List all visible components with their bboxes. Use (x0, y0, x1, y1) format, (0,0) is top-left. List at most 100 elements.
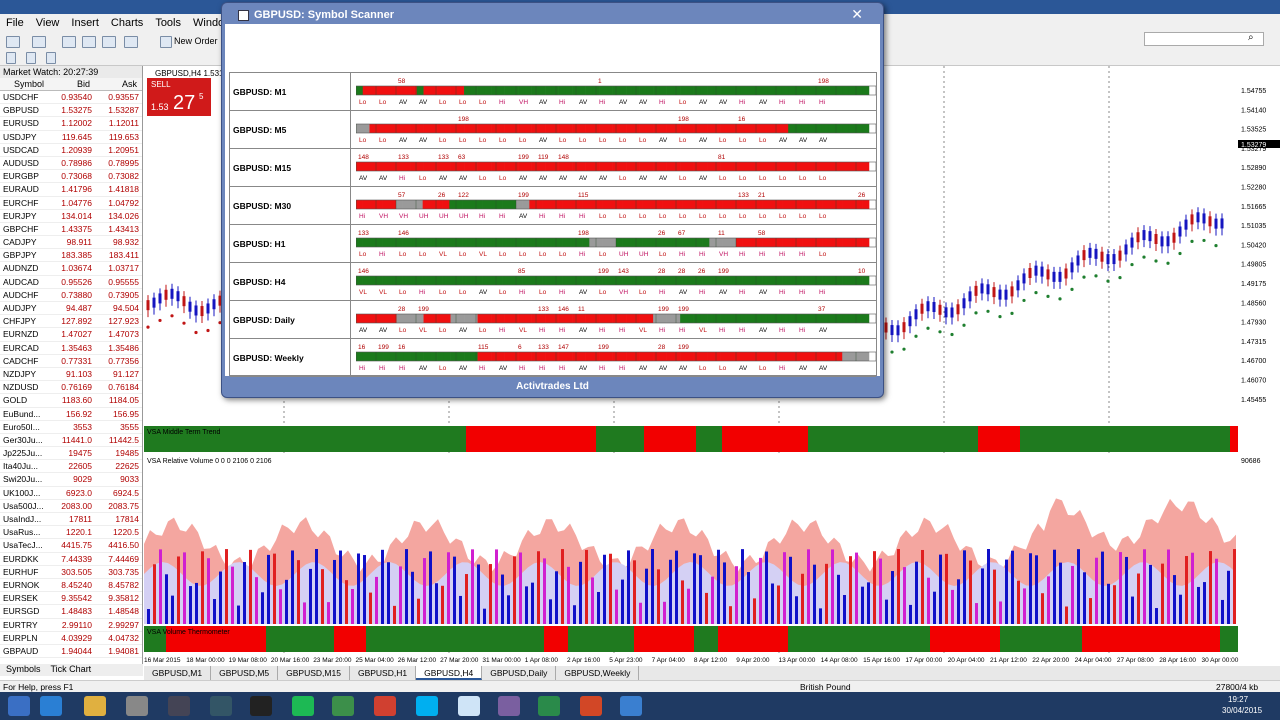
market-watch-row[interactable]: EURTRY 2.99110 2.99297 (0, 619, 142, 632)
app-icon-3[interactable] (210, 696, 232, 716)
market-watch-row[interactable]: EURJPY 134.014 134.026 (0, 210, 142, 223)
col-bid[interactable]: Bid (58, 78, 94, 90)
menu-item[interactable]: Tools (149, 17, 187, 29)
market-watch-row[interactable]: EURSGD 1.48483 1.48548 (0, 605, 142, 619)
market-watch-row[interactable]: Swi20Ju... 9029 9033 (0, 473, 142, 487)
amazon-icon[interactable] (250, 696, 272, 716)
symbol-cell: GBPAUD (3, 645, 39, 656)
app-icon-4[interactable] (498, 696, 520, 716)
drive-icon[interactable] (332, 696, 354, 716)
market-watch-row[interactable]: Jp225Ju... 19475 19485 (0, 447, 142, 461)
menu-item[interactable]: Insert (65, 17, 105, 29)
chart-tab[interactable]: GBPUSD,M15 (278, 666, 350, 680)
market-watch-row[interactable]: USDJPY 119.645 119.653 (0, 131, 142, 144)
market-watch-row[interactable]: EURCHF 1.04776 1.04792 (0, 197, 142, 210)
skype-icon[interactable] (416, 696, 438, 716)
scanner-cell (477, 314, 485, 323)
scanner-code: Hi (539, 327, 545, 334)
chart-tab[interactable]: GBPUSD,Daily (482, 666, 557, 680)
line-tool-icon[interactable] (46, 52, 56, 64)
market-watch-row[interactable]: USDCHF 0.93540 0.93557 (0, 91, 142, 105)
start-button[interactable] (8, 696, 30, 716)
cursor-icon[interactable] (6, 52, 16, 64)
chart-tab[interactable]: GBPUSD,Weekly (556, 666, 640, 680)
spotify-icon[interactable] (292, 696, 314, 716)
chart-tab[interactable]: GBPUSD,M1 (144, 666, 212, 680)
powerpoint-icon[interactable] (580, 696, 602, 716)
market-watch-row[interactable]: NZDUSD 0.76169 0.76184 (0, 381, 142, 395)
market-watch-row[interactable]: EuBund... 156.92 156.95 (0, 408, 142, 421)
sell-button[interactable]: SELL 1.53 27 5 (147, 78, 211, 116)
new-order-icon[interactable] (160, 36, 172, 48)
search-input[interactable] (1144, 32, 1264, 46)
navigator-icon[interactable] (82, 36, 96, 48)
scanner-title-bar[interactable]: GBPUSD: Symbol Scanner (238, 7, 858, 23)
market-watch-row[interactable]: EURGBP 0.73068 0.73082 (0, 170, 142, 184)
app-icon-5[interactable] (620, 696, 642, 716)
ie-icon[interactable] (40, 696, 62, 716)
tab-symbols[interactable]: Symbols (6, 664, 41, 676)
ask-cell: 0.95555 (108, 276, 139, 287)
new-order-button[interactable]: New Order (174, 36, 218, 46)
market-watch-icon[interactable] (62, 36, 76, 48)
market-watch-row[interactable]: CADJPY 98.911 98.932 (0, 236, 142, 250)
market-watch-row[interactable]: USDCAD 1.20939 1.20951 (0, 144, 142, 157)
market-watch-row[interactable]: UsaTecJ... 4415.75 4416.50 (0, 539, 142, 553)
market-watch-row[interactable]: EURNZD 1.47027 1.47073 (0, 328, 142, 342)
menu-item[interactable]: View (30, 17, 66, 29)
market-watch-row[interactable]: AUDNZD 1.03674 1.03717 (0, 262, 142, 276)
market-watch-row[interactable]: UK100J... 6923.0 6924.5 (0, 487, 142, 500)
market-watch-row[interactable]: Usa500J... 2083.00 2083.75 (0, 500, 142, 513)
market-watch-row[interactable]: Euro50I... 3553 3555 (0, 421, 142, 434)
market-watch-row[interactable]: EURAUD 1.41796 1.41818 (0, 183, 142, 197)
chrome-icon[interactable] (374, 696, 396, 716)
market-watch-row[interactable]: GBPAUD 1.94044 1.94081 (0, 645, 142, 659)
search-icon[interactable]: ⌕ (1248, 32, 1254, 43)
market-watch-row[interactable]: EURUSD 1.12002 1.12011 (0, 117, 142, 131)
market-watch-row[interactable]: AUDUSD 0.78986 0.78995 (0, 157, 142, 171)
market-watch-row[interactable]: Ita40Ju... 22605 22625 (0, 460, 142, 474)
market-watch-row[interactable]: NZDJPY 91.103 91.127 (0, 368, 142, 382)
chart-tab[interactable]: GBPUSD,H4 (416, 666, 483, 680)
scanner-code: Lo (459, 251, 467, 258)
market-watch-row[interactable]: GBPJPY 183.385 183.411 (0, 249, 142, 263)
market-watch-row[interactable]: AUDCAD 0.95526 0.95555 (0, 276, 142, 289)
app-icon-2[interactable] (168, 696, 190, 716)
market-watch-row[interactable]: EURSEK 9.35542 9.35812 (0, 592, 142, 606)
market-watch-row[interactable]: EURHUF 303.505 303.735 (0, 566, 142, 579)
market-watch-row[interactable]: AUDCHF 0.73880 0.73905 (0, 289, 142, 302)
chart-tab[interactable]: GBPUSD,M5 (211, 666, 279, 680)
metatrader-icon[interactable] (458, 696, 480, 716)
market-watch-row[interactable]: UsaIndJ... 17811 17814 (0, 513, 142, 527)
terminal-icon[interactable] (102, 36, 116, 48)
menu-item[interactable]: Charts (105, 17, 149, 29)
tab-tick-chart[interactable]: Tick Chart (51, 664, 92, 676)
app-icon-1[interactable] (126, 696, 148, 716)
menu-item[interactable]: File (0, 17, 30, 29)
market-watch-row[interactable]: UsaRus... 1220.1 1220.5 (0, 526, 142, 540)
market-watch-row[interactable]: CADCHF 0.77331 0.77356 (0, 355, 142, 368)
market-watch-row[interactable]: AUDJPY 94.487 94.504 (0, 302, 142, 316)
market-watch-row[interactable]: CHFJPY 127.892 127.923 (0, 315, 142, 329)
market-watch-row[interactable]: GBPCHF 1.43375 1.43413 (0, 223, 142, 237)
market-watch-row[interactable]: EURNOK 8.45240 8.45782 (0, 579, 142, 593)
market-watch-row[interactable]: EURCAD 1.35463 1.35486 (0, 342, 142, 355)
profiles-icon[interactable] (32, 36, 46, 48)
close-icon[interactable]: ✕ (851, 6, 863, 23)
market-watch-row[interactable]: EURDKK 7.44339 7.44469 (0, 553, 142, 566)
market-watch-row[interactable]: Ger30Ju... 11441.0 11442.5 (0, 434, 142, 448)
market-watch-row[interactable]: EURPLN 4.03929 4.04732 (0, 632, 142, 645)
chart-tab[interactable]: GBPUSD,H1 (350, 666, 417, 680)
scanner-cell (740, 162, 748, 171)
tester-icon[interactable] (124, 36, 138, 48)
market-watch-row[interactable]: GBPUSD 1.53275 1.53287 (0, 104, 142, 118)
crosshair-icon[interactable] (26, 52, 36, 64)
col-symbol[interactable]: Symbol (0, 78, 58, 90)
scanner-cell (423, 124, 431, 133)
explorer-icon[interactable] (84, 696, 106, 716)
globe-icon[interactable] (538, 696, 560, 716)
scanner-cell (430, 352, 438, 361)
market-watch-row[interactable]: GOLD 1183.60 1184.05 (0, 394, 142, 408)
col-ask[interactable]: Ask (94, 78, 141, 90)
new-chart-icon[interactable] (6, 36, 20, 48)
